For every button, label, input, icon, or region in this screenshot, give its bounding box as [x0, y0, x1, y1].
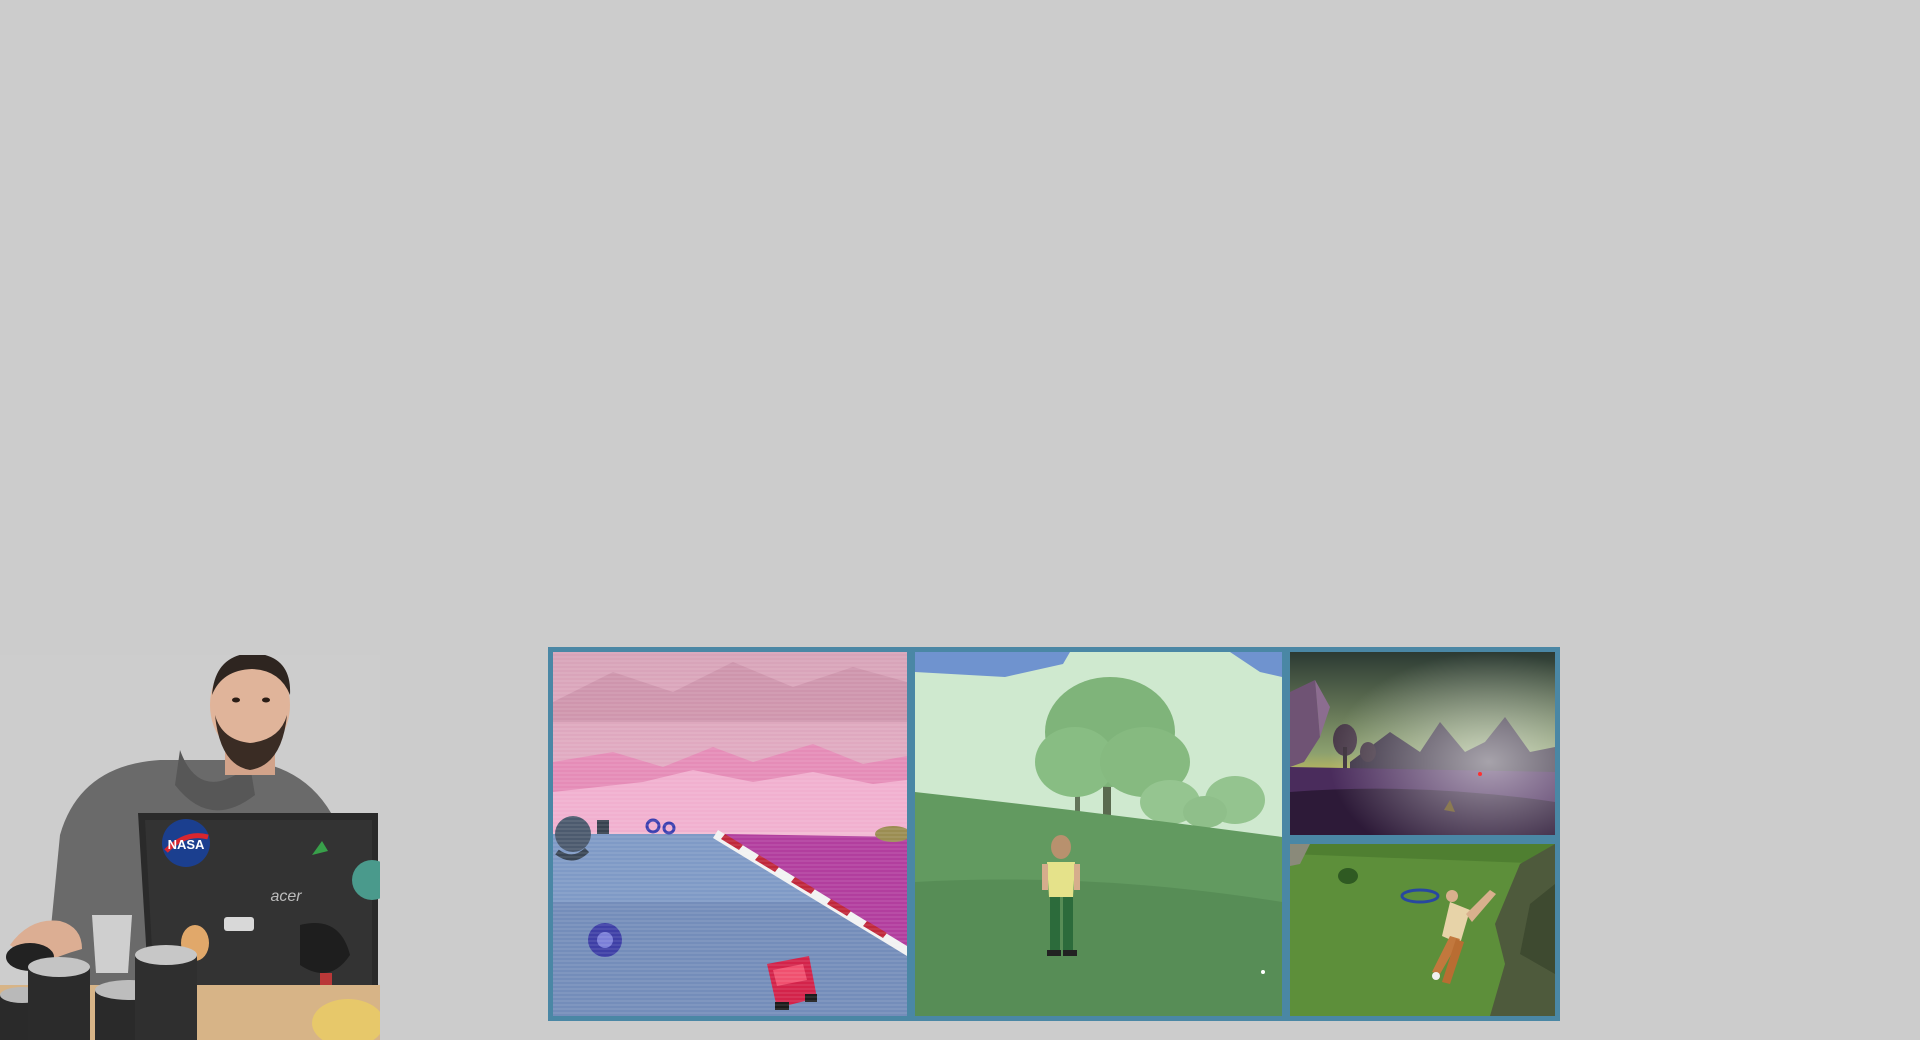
laptop-brand-logo: acer	[270, 888, 302, 905]
page-canvas: NASA acer	[0, 0, 1920, 1040]
dusk-game-screenshot	[1290, 652, 1555, 835]
meadow-game-screenshot	[915, 652, 1282, 1016]
racing-game-screenshot	[553, 652, 907, 1016]
developer-photo: NASA acer	[0, 655, 380, 1040]
svg-text:NASA: NASA	[168, 837, 205, 852]
hillside-game-screenshot	[1290, 844, 1555, 1016]
nasa-sticker: NASA	[162, 819, 210, 867]
game-screenshot-collage	[548, 647, 1560, 1021]
